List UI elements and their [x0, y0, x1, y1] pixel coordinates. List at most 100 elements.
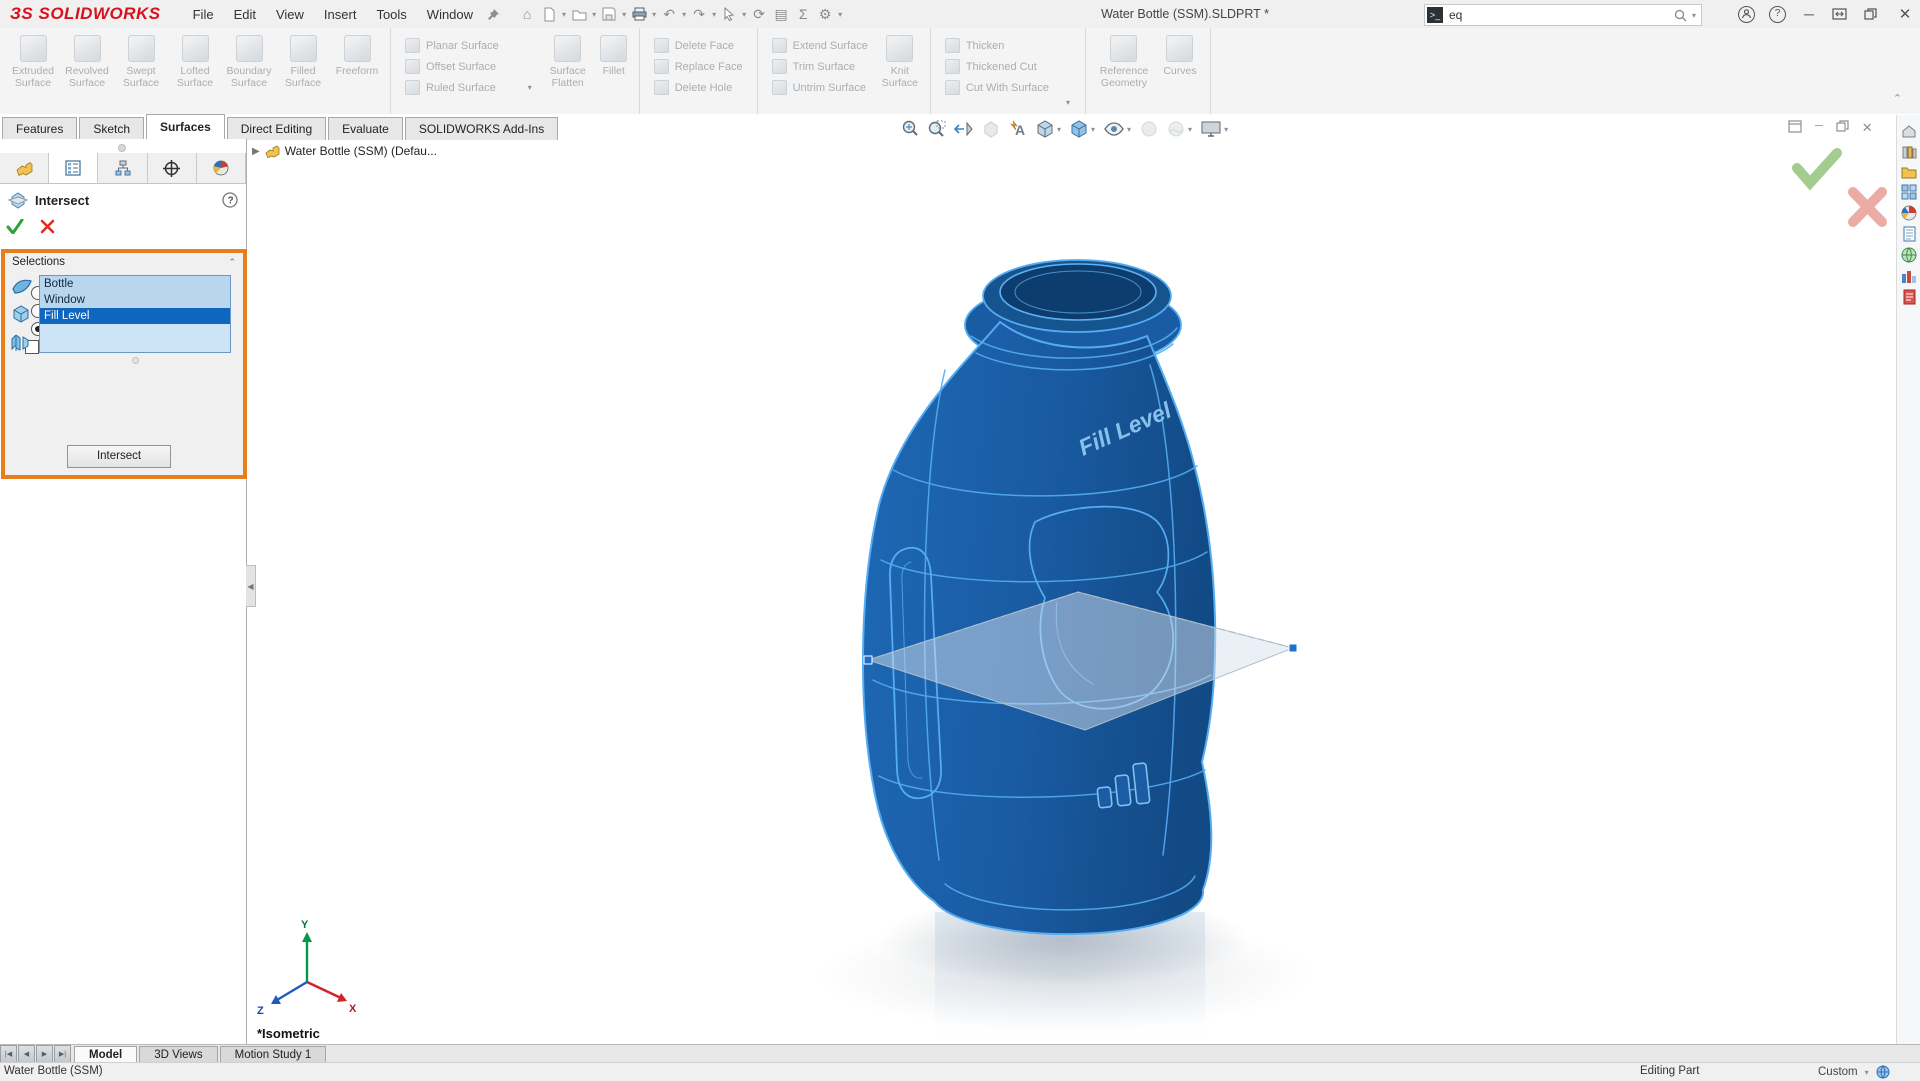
menu-edit[interactable]: Edit	[224, 3, 266, 26]
custom-properties-icon[interactable]	[1902, 226, 1917, 242]
view-settings-caret-icon[interactable]: ▾	[1224, 125, 1228, 134]
boundary-surface-button[interactable]: Boundary Surface	[222, 31, 276, 93]
previous-tab-icon[interactable]: ◀	[18, 1045, 35, 1063]
intersect-button[interactable]: Intersect	[67, 445, 171, 468]
selections-collapse-icon[interactable]: ⌃	[228, 257, 236, 268]
design-library-icon[interactable]	[1901, 144, 1917, 160]
tab-features[interactable]: Features	[2, 117, 77, 140]
selections-listbox[interactable]: Bottle Window Fill Level	[39, 275, 231, 353]
panel-splitter-grip[interactable]	[118, 144, 126, 152]
appearances-icon[interactable]	[1901, 205, 1917, 221]
search-caret-icon[interactable]: ▾	[1692, 11, 1696, 20]
delete-hole-button[interactable]: Delete Hole	[646, 77, 751, 98]
select-caret-icon[interactable]: ▾	[742, 10, 746, 19]
water-bottle-model[interactable]: Fill Level	[863, 260, 1215, 934]
resources-icon[interactable]	[1901, 123, 1917, 139]
apply-scene-caret-icon[interactable]: ▾	[1188, 125, 1192, 134]
menu-tools[interactable]: Tools	[366, 3, 416, 26]
swept-surface-button[interactable]: Swept Surface	[114, 31, 168, 93]
print-caret-icon[interactable]: ▾	[652, 10, 656, 19]
close-button[interactable]: ✕	[1896, 5, 1914, 23]
minimize-button[interactable]: ─	[1800, 6, 1818, 22]
open-caret-icon[interactable]: ▾	[592, 10, 596, 19]
plane-handle-left[interactable]	[864, 656, 872, 664]
knit-surface-button[interactable]: Knit Surface	[876, 31, 924, 93]
equations-icon[interactable]: Σ	[793, 4, 813, 24]
confirm-cancel-x-icon[interactable]	[1853, 192, 1882, 222]
menu-file[interactable]: File	[183, 3, 224, 26]
tab-solidworks-addins[interactable]: SOLIDWORKS Add-Ins	[405, 117, 558, 140]
units-caret-icon[interactable]: ▾	[1865, 1068, 1869, 1077]
open-icon[interactable]	[569, 4, 589, 24]
inspection-icon[interactable]	[1902, 289, 1917, 305]
lofted-surface-button[interactable]: Lofted Surface	[168, 31, 222, 93]
print-icon[interactable]	[629, 4, 649, 24]
save-caret-icon[interactable]: ▾	[622, 10, 626, 19]
status-tag-icon[interactable]	[1876, 1065, 1890, 1079]
home-icon[interactable]: ⌂	[517, 4, 537, 24]
file-properties-icon[interactable]: ▤	[771, 4, 791, 24]
first-tab-icon[interactable]: |◀	[0, 1045, 17, 1063]
fillet-button[interactable]: Fillet	[595, 31, 633, 81]
replace-face-button[interactable]: Replace Face	[646, 56, 751, 77]
delete-face-button[interactable]: Delete Face	[646, 35, 751, 56]
display-style-caret-icon[interactable]: ▾	[1091, 125, 1095, 134]
options-caret-icon[interactable]: ▾	[838, 10, 842, 19]
undo-caret-icon[interactable]: ▾	[682, 10, 686, 19]
offset-surface-button[interactable]: Offset Surface	[397, 56, 541, 77]
ruled-surface-caret-icon[interactable]: ▾	[528, 83, 532, 92]
redo-icon[interactable]: ↷	[689, 4, 709, 24]
model-scene[interactable]: Fill Level Y X Z	[245, 140, 1920, 1045]
revolved-surface-button[interactable]: Revolved Surface	[60, 31, 114, 93]
units-selector[interactable]: Custom	[1818, 1066, 1858, 1078]
filled-surface-button[interactable]: Filled Surface	[276, 31, 330, 93]
last-tab-icon[interactable]: ▶|	[54, 1045, 71, 1063]
ribbon-overflow-caret-icon[interactable]: ▾	[1058, 98, 1078, 113]
file-explorer-icon[interactable]	[1901, 165, 1917, 179]
freeform-button[interactable]: Freeform	[330, 31, 384, 81]
view-orientation-caret-icon[interactable]: ▾	[1057, 125, 1061, 134]
hide-show-caret-icon[interactable]: ▾	[1127, 125, 1131, 134]
display-style-icon[interactable]: ▾	[1069, 119, 1096, 139]
redo-caret-icon[interactable]: ▾	[712, 10, 716, 19]
restore-button[interactable]	[1864, 8, 1882, 20]
tab-3d-views[interactable]: 3D Views	[139, 1046, 217, 1063]
panel-collapse-tab[interactable]: ◀	[246, 565, 256, 607]
confirm-ok-check-icon[interactable]	[1797, 153, 1837, 183]
pin-menu-icon[interactable]	[483, 4, 503, 24]
apply-scene-icon[interactable]: ▾	[1166, 119, 1193, 139]
search-input[interactable]: eq	[1449, 8, 1462, 22]
close-document-icon[interactable]: ✕	[1862, 120, 1873, 136]
tab-motion-study-1[interactable]: Motion Study 1	[220, 1046, 327, 1063]
dimxpert-manager-tab[interactable]	[148, 153, 197, 183]
configuration-manager-tab[interactable]	[98, 153, 147, 183]
feature-manager-tab[interactable]	[0, 153, 49, 183]
reference-geometry-button[interactable]: Reference Geometry	[1092, 31, 1156, 93]
listbox-resize-grip[interactable]	[132, 357, 139, 364]
hide-show-items-icon[interactable]: ▾	[1103, 119, 1132, 139]
zoom-to-fit-icon[interactable]	[900, 119, 920, 139]
tab-surfaces[interactable]: Surfaces	[146, 114, 225, 140]
restore-document-icon[interactable]	[1836, 120, 1849, 136]
extruded-surface-button[interactable]: Extruded Surface	[6, 31, 60, 93]
new-caret-icon[interactable]: ▾	[562, 10, 566, 19]
pm-ok-button[interactable]	[6, 219, 24, 234]
select-cursor-icon[interactable]	[719, 4, 739, 24]
account-icon[interactable]	[1738, 6, 1755, 23]
ruled-surface-button[interactable]: Ruled Surface▾	[397, 77, 541, 98]
next-tab-icon[interactable]: ▶	[36, 1045, 53, 1063]
span-displays-button[interactable]	[1832, 8, 1850, 20]
untrim-surface-button[interactable]: Untrim Surface	[764, 77, 876, 98]
tab-direct-editing[interactable]: Direct Editing	[227, 117, 326, 140]
help-icon-small[interactable]: ?	[222, 192, 238, 208]
previous-view-icon[interactable]	[954, 119, 974, 139]
view-settings-icon[interactable]: ▾	[1200, 119, 1229, 139]
rebuild-icon[interactable]: ⟳	[749, 4, 769, 24]
undo-icon[interactable]: ↶	[659, 4, 679, 24]
zoom-to-area-icon[interactable]	[927, 119, 947, 139]
curves-button[interactable]: Curves	[1156, 31, 1204, 81]
trim-surface-button[interactable]: Trim Surface	[764, 56, 876, 77]
selection-item-fill-level[interactable]: Fill Level	[40, 308, 230, 324]
display-manager-tab[interactable]	[197, 153, 246, 183]
tab-evaluate[interactable]: Evaluate	[328, 117, 403, 140]
